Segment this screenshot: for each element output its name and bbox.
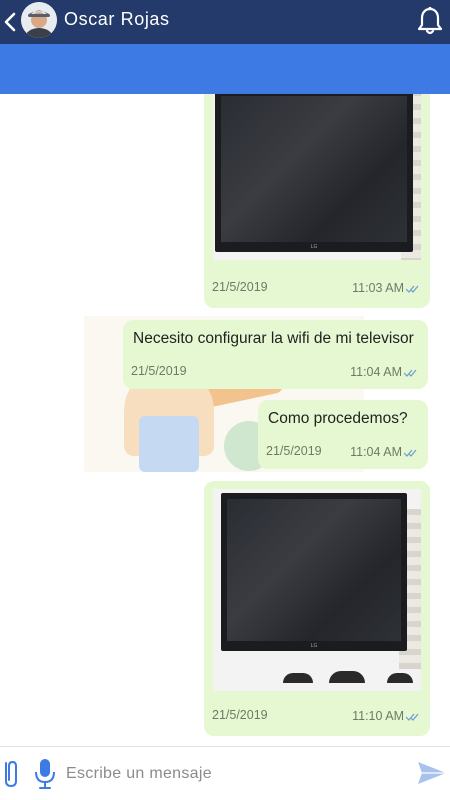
- message-date: 21/5/2019: [266, 444, 322, 458]
- read-receipt-icon: [404, 369, 417, 377]
- read-receipt-icon: [404, 449, 417, 457]
- message-time: 11:03 AM: [352, 281, 420, 295]
- message-input[interactable]: [66, 759, 406, 789]
- message-bubble[interactable]: Como procedemos? 21/5/2019 11:04 AM: [258, 400, 428, 469]
- message-date: 21/5/2019: [212, 280, 268, 294]
- message-photo[interactable]: LG: [213, 489, 421, 691]
- message-date: 21/5/2019: [212, 708, 268, 722]
- message-time: 11:04 AM: [350, 445, 418, 459]
- paperclip-icon[interactable]: [0, 759, 20, 789]
- chat-header: Oscar Rojas: [0, 0, 450, 44]
- message-date: 21/5/2019: [131, 364, 187, 378]
- message-composer: [0, 746, 450, 800]
- message-text: Necesito configurar la wifi de mi televi…: [133, 330, 414, 347]
- chevron-left-icon[interactable]: [2, 11, 18, 33]
- message-text: Como procedemos?: [268, 410, 408, 427]
- read-receipt-icon: [406, 285, 419, 293]
- message-bubble[interactable]: LG 21/5/2019 11:03 AM: [204, 94, 430, 308]
- send-icon[interactable]: [416, 759, 448, 787]
- message-photo[interactable]: LG: [213, 94, 421, 260]
- header-subbar: [0, 44, 450, 94]
- microphone-icon[interactable]: [34, 757, 56, 791]
- contact-name[interactable]: Oscar Rojas: [64, 9, 170, 30]
- message-bubble[interactable]: LG 21/5/2019 11:10 AM: [204, 481, 430, 736]
- message-list[interactable]: LG 21/5/2019 11:03 AM Necesito configura…: [0, 94, 450, 746]
- message-time: 11:10 AM: [352, 709, 420, 723]
- bell-icon[interactable]: [416, 6, 444, 36]
- read-receipt-icon: [406, 713, 419, 721]
- message-time: 11:04 AM: [350, 365, 418, 379]
- message-bubble[interactable]: Necesito configurar la wifi de mi televi…: [123, 320, 428, 389]
- avatar[interactable]: [21, 2, 57, 38]
